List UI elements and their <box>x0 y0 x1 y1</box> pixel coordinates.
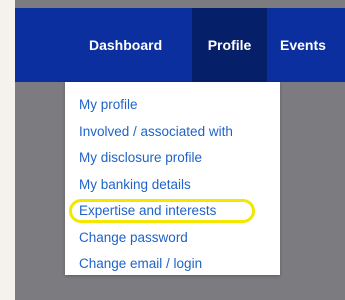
menu-item-involved-associated[interactable]: Involved / associated with <box>65 119 280 146</box>
menu-item-expertise-interests[interactable]: Expertise and interests <box>65 198 280 225</box>
expertise-item-wrapper: Expertise and interests <box>65 198 280 225</box>
menu-item-my-profile[interactable]: My profile <box>65 92 280 119</box>
menu-item-change-password[interactable]: Change password <box>65 225 280 252</box>
nav-events[interactable]: Events <box>280 8 326 82</box>
nav-profile[interactable]: Profile <box>192 8 267 82</box>
menu-item-banking-details[interactable]: My banking details <box>65 172 280 199</box>
app-frame: Dashboard Profile Events My profile Invo… <box>15 0 345 300</box>
profile-dropdown-menu: My profile Involved / associated with My… <box>65 82 280 275</box>
top-navbar: Dashboard Profile Events <box>15 8 345 82</box>
nav-dashboard[interactable]: Dashboard <box>89 8 162 82</box>
menu-item-change-email-login[interactable]: Change email / login <box>65 251 280 278</box>
menu-item-disclosure-profile[interactable]: My disclosure profile <box>65 145 280 172</box>
